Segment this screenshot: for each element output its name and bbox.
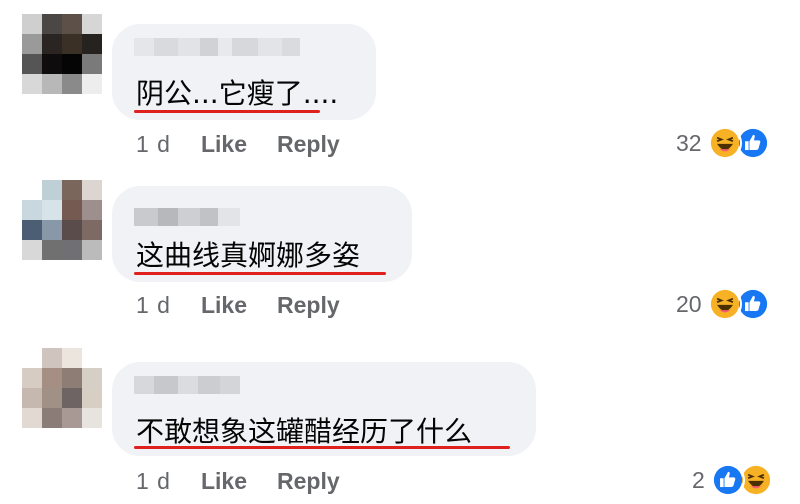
haha-icon — [707, 287, 742, 321]
comment-actions: 1 d Like Reply — [136, 468, 370, 495]
comment-timestamp[interactable]: 1 d — [136, 131, 171, 157]
avatar[interactable] — [22, 348, 102, 428]
comment-timestamp[interactable]: 1 d — [136, 292, 171, 318]
comment-item: 阴公...它瘦了.... 1 d Like Reply 32 — [0, 0, 800, 170]
comment-text: 阴公...它瘦了.... — [136, 77, 339, 110]
commenter-name[interactable] — [134, 38, 300, 56]
like-button[interactable]: Like — [201, 468, 247, 494]
comment-item: 这曲线真婀娜多姿 1 d Like Reply 20 — [0, 170, 800, 340]
reaction-summary[interactable]: 20 — [676, 287, 770, 321]
comment-text: 这曲线真婀娜多姿 — [136, 239, 361, 272]
reply-button[interactable]: Reply — [277, 131, 340, 157]
reply-button[interactable]: Reply — [277, 468, 340, 494]
avatar[interactable] — [22, 180, 102, 260]
like-icon — [710, 463, 745, 497]
red-underline — [134, 272, 386, 275]
comment-bubble: 不敢想象这罐醋经历了什么 — [112, 362, 536, 456]
comment-timestamp[interactable]: 1 d — [136, 468, 171, 494]
avatar[interactable] — [22, 14, 102, 94]
comment-bubble: 阴公...它瘦了.... — [112, 24, 376, 120]
reply-button[interactable]: Reply — [277, 292, 340, 318]
comment-actions: 1 d Like Reply — [136, 292, 370, 319]
comment-text: 不敢想象这罐醋经历了什么 — [136, 415, 473, 448]
comment-actions: 1 d Like Reply — [136, 131, 370, 158]
comment-bubble: 这曲线真婀娜多姿 — [112, 186, 412, 282]
comment-item: 不敢想象这罐醋经历了什么 1 d Like Reply 2 — [0, 340, 800, 504]
comment-thread: 阴公...它瘦了.... 1 d Like Reply 32 这曲线真婀娜多姿 … — [0, 0, 800, 504]
red-underline — [134, 110, 320, 113]
reaction-count: 32 — [676, 129, 702, 156]
reaction-summary[interactable]: 2 — [692, 463, 773, 497]
like-button[interactable]: Like — [201, 131, 247, 157]
commenter-name[interactable] — [134, 208, 240, 226]
red-underline — [134, 446, 510, 449]
reaction-count: 2 — [692, 466, 705, 493]
commenter-name[interactable] — [134, 376, 240, 394]
reaction-count: 20 — [676, 290, 702, 317]
haha-icon — [707, 126, 742, 160]
reaction-summary[interactable]: 32 — [676, 126, 770, 160]
like-button[interactable]: Like — [201, 292, 247, 318]
